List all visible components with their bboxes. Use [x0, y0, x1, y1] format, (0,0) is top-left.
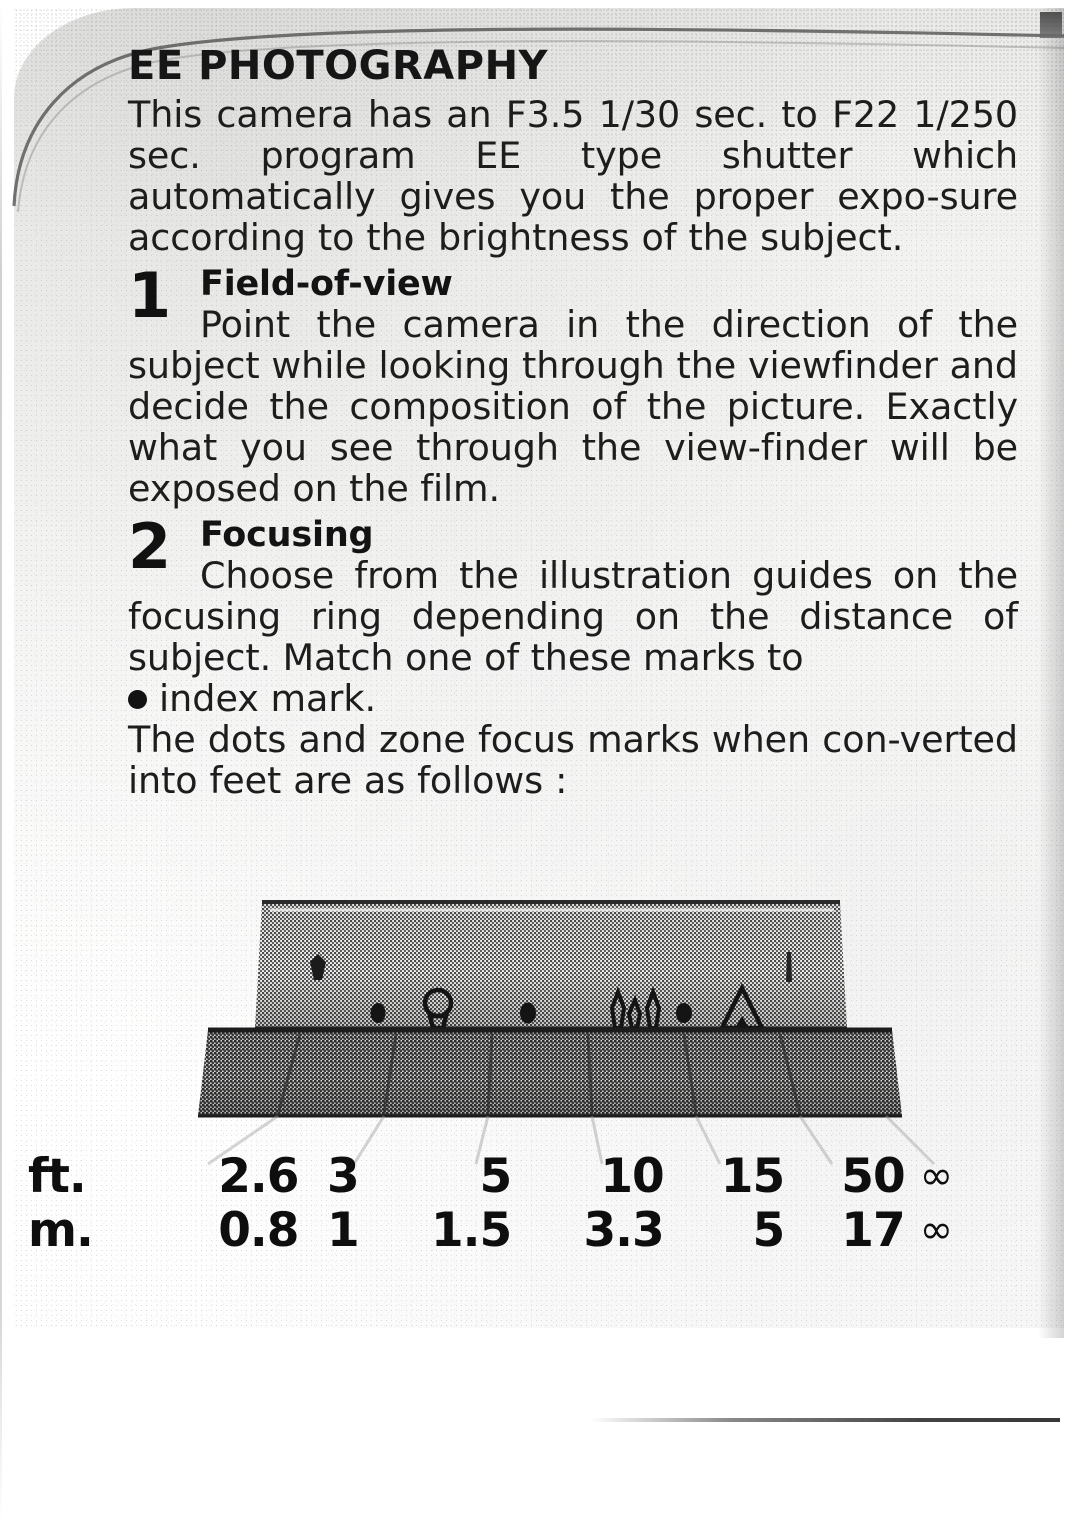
intro-paragraph: This camera has an F3.5 1/30 sec. to F22…: [128, 93, 1018, 259]
bottom-scan-edge-line: [590, 1418, 1060, 1422]
unit-label-m: m.: [28, 1203, 94, 1258]
article-body: EE PHOTOGRAPHY This camera has an F3.5 1…: [128, 46, 1018, 801]
m-value-1: 0.8: [218, 1203, 299, 1258]
m-value-6: 17: [841, 1203, 905, 1258]
binding-shadow-band: [1038, 8, 1064, 1338]
lens-focusing-ring: [198, 1027, 902, 1118]
section-body-2: Choose from the illustration guides on t…: [128, 555, 1018, 678]
section-field-of-view: 1 Field-of-view Point the camera in the …: [128, 264, 1018, 509]
scanned-manual-page: EE PHOTOGRAPHY This camera has an F3.5 1…: [0, 0, 1080, 1523]
section-number-1: 1: [128, 259, 172, 332]
closing-paragraph: The dots and zone focus marks when con-v…: [128, 718, 1018, 802]
section-number-2: 2: [128, 510, 172, 583]
lens-upper-barrel: [255, 900, 847, 1030]
section-heading-1: Field-of-view: [200, 264, 453, 304]
section-focusing: 2 Focusing Choose from the illustration …: [128, 515, 1018, 719]
section-body-1: Point the camera in the direction of the…: [128, 304, 1018, 509]
tick-mark-icon: [786, 952, 792, 982]
section-body-1-text: Point the camera in the direction of the…: [128, 303, 1018, 510]
m-value-infinity: ∞: [919, 1207, 953, 1253]
zone-mark-dot-2: [520, 1002, 536, 1024]
ft-value-5: 15: [720, 1149, 785, 1204]
ft-value-infinity: ∞: [919, 1153, 953, 1199]
page-title: EE PHOTOGRAPHY: [128, 43, 549, 89]
index-mark-line: index mark.: [128, 678, 1018, 719]
distance-scale-table: ft. 2.6 3 5 10 15 50 ∞ m. 0.8 1 1.5 3.3 …: [28, 1152, 968, 1255]
unit-label-ft: ft.: [28, 1149, 87, 1204]
ft-value-3: 5: [479, 1149, 513, 1204]
scan-artifact-blob: [1040, 12, 1062, 38]
section-heading-2: Focusing: [200, 515, 374, 555]
index-mark-label: index mark.: [159, 677, 377, 720]
m-value-2: 1: [327, 1203, 360, 1258]
ft-m-conversion-table: ft. 2.6 3 5 10 15 50 ∞ m. 0.8 1 1.5 3.3 …: [28, 1152, 968, 1255]
ft-value-2: 3: [327, 1149, 360, 1204]
m-value-4: 3.3: [583, 1203, 664, 1258]
table-row-meters: m. 0.8 1 1.5 3.3 5 17 ∞: [28, 1201, 968, 1255]
ft-value-4: 10: [600, 1149, 664, 1204]
zone-mark-dot-3: [676, 1003, 692, 1023]
section-body-2-text: Choose from the illustration guides on t…: [128, 554, 1018, 679]
table-row-feet: ft. 2.6 3 5 10 15 50 ∞: [28, 1152, 968, 1201]
m-value-3: 1.5: [430, 1203, 512, 1258]
m-value-5: 5: [752, 1203, 786, 1258]
zone-mark-dot-1: [370, 1003, 386, 1023]
ft-value-6: 50: [841, 1149, 905, 1204]
lens-focusing-ring-illustration: [198, 900, 936, 1166]
ft-value-1: 2.6: [218, 1149, 299, 1204]
left-scan-edge-line: [0, 0, 2, 1523]
filled-dot-icon: [128, 690, 147, 709]
